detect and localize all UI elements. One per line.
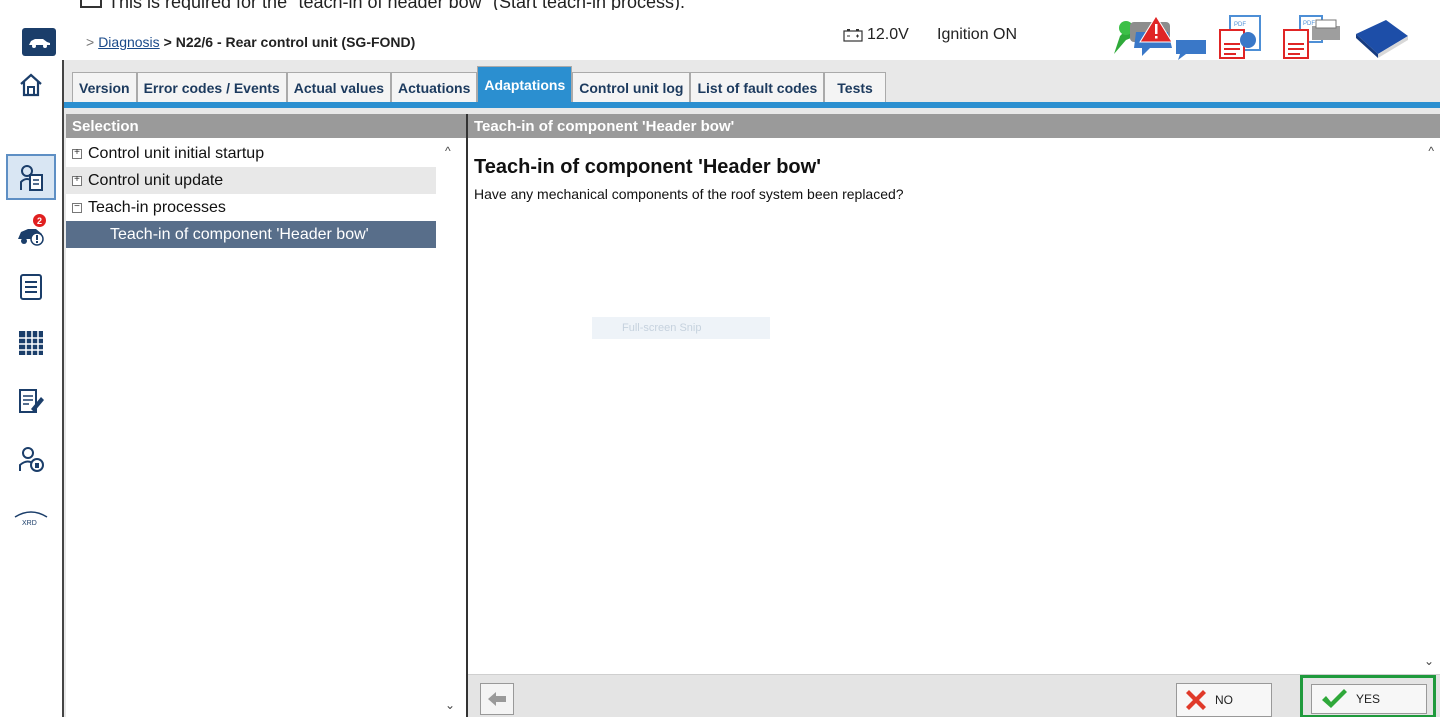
home-button[interactable] <box>6 62 56 108</box>
back-button[interactable] <box>480 683 514 715</box>
home-icon <box>20 73 42 97</box>
tab-actual-values[interactable]: Actual values <box>286 72 392 102</box>
left-sidebar: 2 XRD <box>0 58 62 717</box>
app-window: This is required for the "teach-in of he… <box>0 0 1440 717</box>
diagnosis-button[interactable] <box>6 154 56 200</box>
tree-item-teach-in-header-bow[interactable]: Teach-in of component 'Header bow' <box>66 221 436 248</box>
header-bar: > Diagnosis > N22/6 - Rear control unit (S… <box>0 10 1440 60</box>
report-edit-button[interactable] <box>6 378 56 424</box>
document-edit-icon <box>19 389 44 413</box>
selection-tree: + Control unit initial startup + Control… <box>66 140 436 248</box>
caption: This is required for the "teach-in of he… <box>80 0 685 12</box>
grid-calendar-icon <box>19 331 43 355</box>
tree-item-control-unit-update[interactable]: + Control unit update <box>66 167 436 194</box>
tab-list-of-fault-codes[interactable]: List of fault codes <box>690 72 825 102</box>
yes-highlight-frame: YES <box>1300 675 1436 717</box>
snip-overlay: Full-screen Snip <box>592 317 770 339</box>
fault-codes-button[interactable]: 2 <box>6 212 56 258</box>
collapse-icon[interactable]: − <box>72 202 82 213</box>
no-button[interactable]: NO <box>1176 683 1272 717</box>
expand-icon[interactable]: + <box>72 175 82 186</box>
caption-bracket-icon <box>80 0 102 9</box>
pdf-print-icon[interactable]: PDF <box>1282 14 1342 60</box>
xrd-icon: XRD <box>14 511 48 527</box>
ignition-status: Ignition ON <box>937 26 1018 43</box>
warning-support-icon[interactable] <box>1106 14 1210 60</box>
selection-header: Selection <box>66 114 466 138</box>
vehicle-button[interactable] <box>22 28 56 56</box>
tree-item-teach-in-processes[interactable]: − Teach-in processes <box>66 194 436 221</box>
user-security-button[interactable] <box>6 436 56 482</box>
tab-error-codes-events[interactable]: Error codes / Events <box>136 72 287 102</box>
tab-bar: Version Error codes / Events Actual valu… <box>72 66 886 102</box>
battery-icon <box>843 29 863 42</box>
svg-text:XRD: XRD <box>22 520 37 527</box>
action-footer: NO YES <box>468 674 1440 717</box>
tab-version[interactable]: Version <box>72 72 137 102</box>
fault-count-badge: 2 <box>33 214 46 227</box>
content-header: Teach-in of component 'Header bow' <box>468 114 1440 138</box>
tab-adaptations[interactable]: Adaptations <box>477 66 573 102</box>
tab-actuations[interactable]: Actuations <box>391 72 478 102</box>
content-heading: Teach-in of component 'Header bow' <box>474 156 821 178</box>
content-pane: Teach-in of component 'Header bow' Teach… <box>468 114 1440 717</box>
list-button[interactable] <box>6 264 56 310</box>
tab-control-unit-log[interactable]: Control unit log <box>572 72 691 102</box>
content-scroll-down-icon[interactable]: ⌄ <box>1424 654 1434 668</box>
control-unit-diagnosis-icon <box>20 165 43 191</box>
content-scroll-up-icon[interactable]: ^ <box>1428 144 1434 158</box>
x-icon <box>1186 690 1206 710</box>
tab-underline <box>64 102 1440 108</box>
scroll-up-icon[interactable]: ^ <box>445 144 451 158</box>
manual-book-icon[interactable] <box>1352 14 1412 60</box>
pdf-export-icon[interactable]: PDF <box>1218 14 1264 60</box>
scroll-down-icon[interactable]: ⌄ <box>445 698 455 712</box>
checkmark-icon <box>1322 689 1347 708</box>
main-panel: Version Error codes / Events Actual valu… <box>62 60 1440 717</box>
selection-scrollbar[interactable]: ^ ⌄ <box>436 140 466 717</box>
selection-pane: Selection + Control unit initial startup… <box>66 114 466 717</box>
breadcrumb-current: > N22/6 - Rear control unit (SG-FOND) <box>163 34 416 50</box>
breadcrumb-diagnosis-link[interactable]: Diagnosis <box>98 34 159 50</box>
car-icon <box>29 39 50 48</box>
content-question: Have any mechanical components of the ro… <box>474 186 904 202</box>
grid-button[interactable] <box>6 320 56 366</box>
user-lock-icon <box>19 447 44 472</box>
xrd-button[interactable]: XRD <box>6 494 56 540</box>
expand-icon[interactable]: + <box>72 148 82 159</box>
list-icon <box>20 274 42 300</box>
tree-item-control-unit-initial-startup[interactable]: + Control unit initial startup <box>66 140 436 167</box>
yes-button[interactable]: YES <box>1311 684 1427 714</box>
arrow-left-icon <box>488 692 506 706</box>
tab-tests[interactable]: Tests <box>824 72 886 102</box>
breadcrumb: > Diagnosis > N22/6 - Rear control unit (S… <box>86 34 416 50</box>
svg-text:PDF: PDF <box>1234 22 1246 28</box>
battery-voltage: 12.0V <box>843 26 909 44</box>
